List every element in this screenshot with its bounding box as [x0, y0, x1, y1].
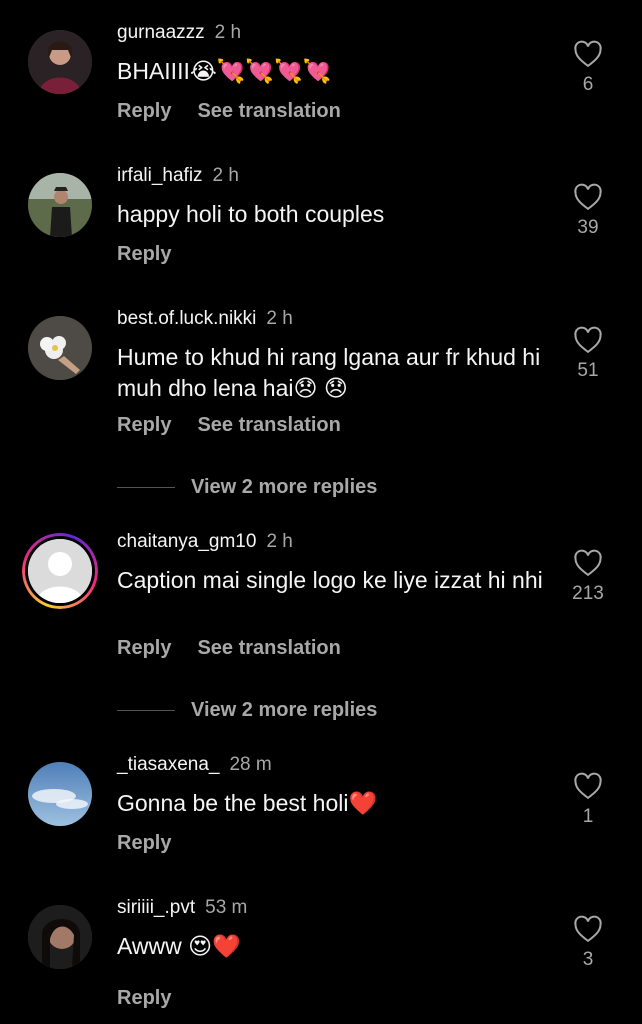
- view-more-replies-button[interactable]: View 2 more replies: [117, 699, 377, 722]
- heart-outline-icon[interactable]: [573, 326, 603, 354]
- comment-text: Awww 😍❤️: [117, 933, 241, 959]
- timestamp: 2 h: [266, 531, 293, 552]
- comment-actions: Reply: [117, 243, 197, 266]
- like-count: 6: [582, 74, 594, 95]
- comment-actions: Reply See translation: [117, 414, 367, 437]
- comment-meta: chaitanya_gm10 2 h: [117, 531, 293, 553]
- reply-button[interactable]: Reply: [117, 987, 171, 1009]
- avatar: [28, 539, 92, 603]
- timestamp: 2 h: [266, 308, 293, 329]
- reply-button[interactable]: Reply: [117, 100, 171, 122]
- comment-text: BHAIIII😭💘💘💘💘: [117, 58, 332, 84]
- username[interactable]: _tiasaxena_: [117, 754, 219, 775]
- view-more-replies-label[interactable]: View 2 more replies: [191, 699, 377, 722]
- comment-text: Caption mai single logo ke liye izzat hi…: [117, 567, 543, 593]
- reply-button[interactable]: Reply: [117, 414, 171, 436]
- like-count: 51: [577, 360, 599, 381]
- reply-button[interactable]: Reply: [117, 243, 171, 265]
- comment-text: happy holi to both couples: [117, 201, 385, 227]
- like-count: 39: [577, 217, 599, 238]
- reply-button[interactable]: Reply: [117, 637, 171, 659]
- view-more-replies-label[interactable]: View 2 more replies: [191, 476, 377, 499]
- comment-actions: Reply: [117, 832, 197, 855]
- avatar[interactable]: [28, 316, 92, 380]
- avatar[interactable]: [28, 762, 92, 826]
- heart-outline-icon[interactable]: [573, 772, 603, 800]
- timestamp: 2 h: [214, 22, 242, 43]
- see-translation-button[interactable]: See translation: [197, 100, 340, 122]
- timestamp: 53 m: [205, 897, 248, 918]
- like-button[interactable]: 213: [566, 549, 610, 605]
- heart-outline-icon[interactable]: [573, 549, 603, 577]
- like-button[interactable]: 51: [566, 326, 610, 382]
- comment-actions: Reply See translation: [117, 100, 367, 123]
- like-count: 1: [582, 806, 594, 827]
- story-ring: [22, 533, 98, 609]
- like-button[interactable]: 1: [566, 772, 610, 828]
- divider: [117, 487, 175, 488]
- avatar[interactable]: [28, 905, 92, 969]
- see-translation-button[interactable]: See translation: [197, 414, 340, 436]
- like-count: 3: [582, 949, 594, 970]
- heart-outline-icon[interactable]: [573, 40, 603, 68]
- comment-meta: siriiii_.pvt 53 m: [117, 897, 247, 919]
- avatar-story-ring[interactable]: [22, 533, 98, 609]
- comment-actions: Reply: [117, 987, 197, 1010]
- timestamp: 28 m: [229, 754, 272, 775]
- comment-meta: _tiasaxena_ 28 m: [117, 754, 272, 776]
- avatar[interactable]: [28, 173, 92, 237]
- username[interactable]: chaitanya_gm10: [117, 531, 256, 552]
- timestamp: 2 h: [212, 165, 239, 186]
- avatar[interactable]: [28, 30, 92, 94]
- heart-outline-icon[interactable]: [573, 183, 603, 211]
- comment-meta: irfali_hafiz 2 h: [117, 165, 239, 187]
- like-button[interactable]: 6: [566, 40, 610, 96]
- view-more-replies-button[interactable]: View 2 more replies: [117, 476, 377, 499]
- comment-meta: best.of.luck.nikki 2 h: [117, 308, 293, 330]
- username[interactable]: gurnaazzz: [117, 22, 205, 43]
- heart-outline-icon[interactable]: [573, 915, 603, 943]
- username[interactable]: irfali_hafiz: [117, 165, 203, 186]
- divider: [117, 710, 175, 711]
- comment-text: Hume to khud hi rang lgana aur fr khud h…: [117, 344, 541, 401]
- like-count: 213: [572, 583, 604, 604]
- comment-actions: Reply See translation: [117, 637, 367, 660]
- username[interactable]: siriiii_.pvt: [117, 897, 195, 918]
- see-translation-button[interactable]: See translation: [197, 637, 340, 659]
- like-button[interactable]: 3: [566, 915, 610, 971]
- comment-meta: gurnaazzz 2 h: [117, 22, 241, 44]
- comment-text: Gonna be the best holi❤️: [117, 790, 378, 816]
- reply-button[interactable]: Reply: [117, 832, 171, 854]
- like-button[interactable]: 39: [566, 183, 610, 239]
- username[interactable]: best.of.luck.nikki: [117, 308, 256, 329]
